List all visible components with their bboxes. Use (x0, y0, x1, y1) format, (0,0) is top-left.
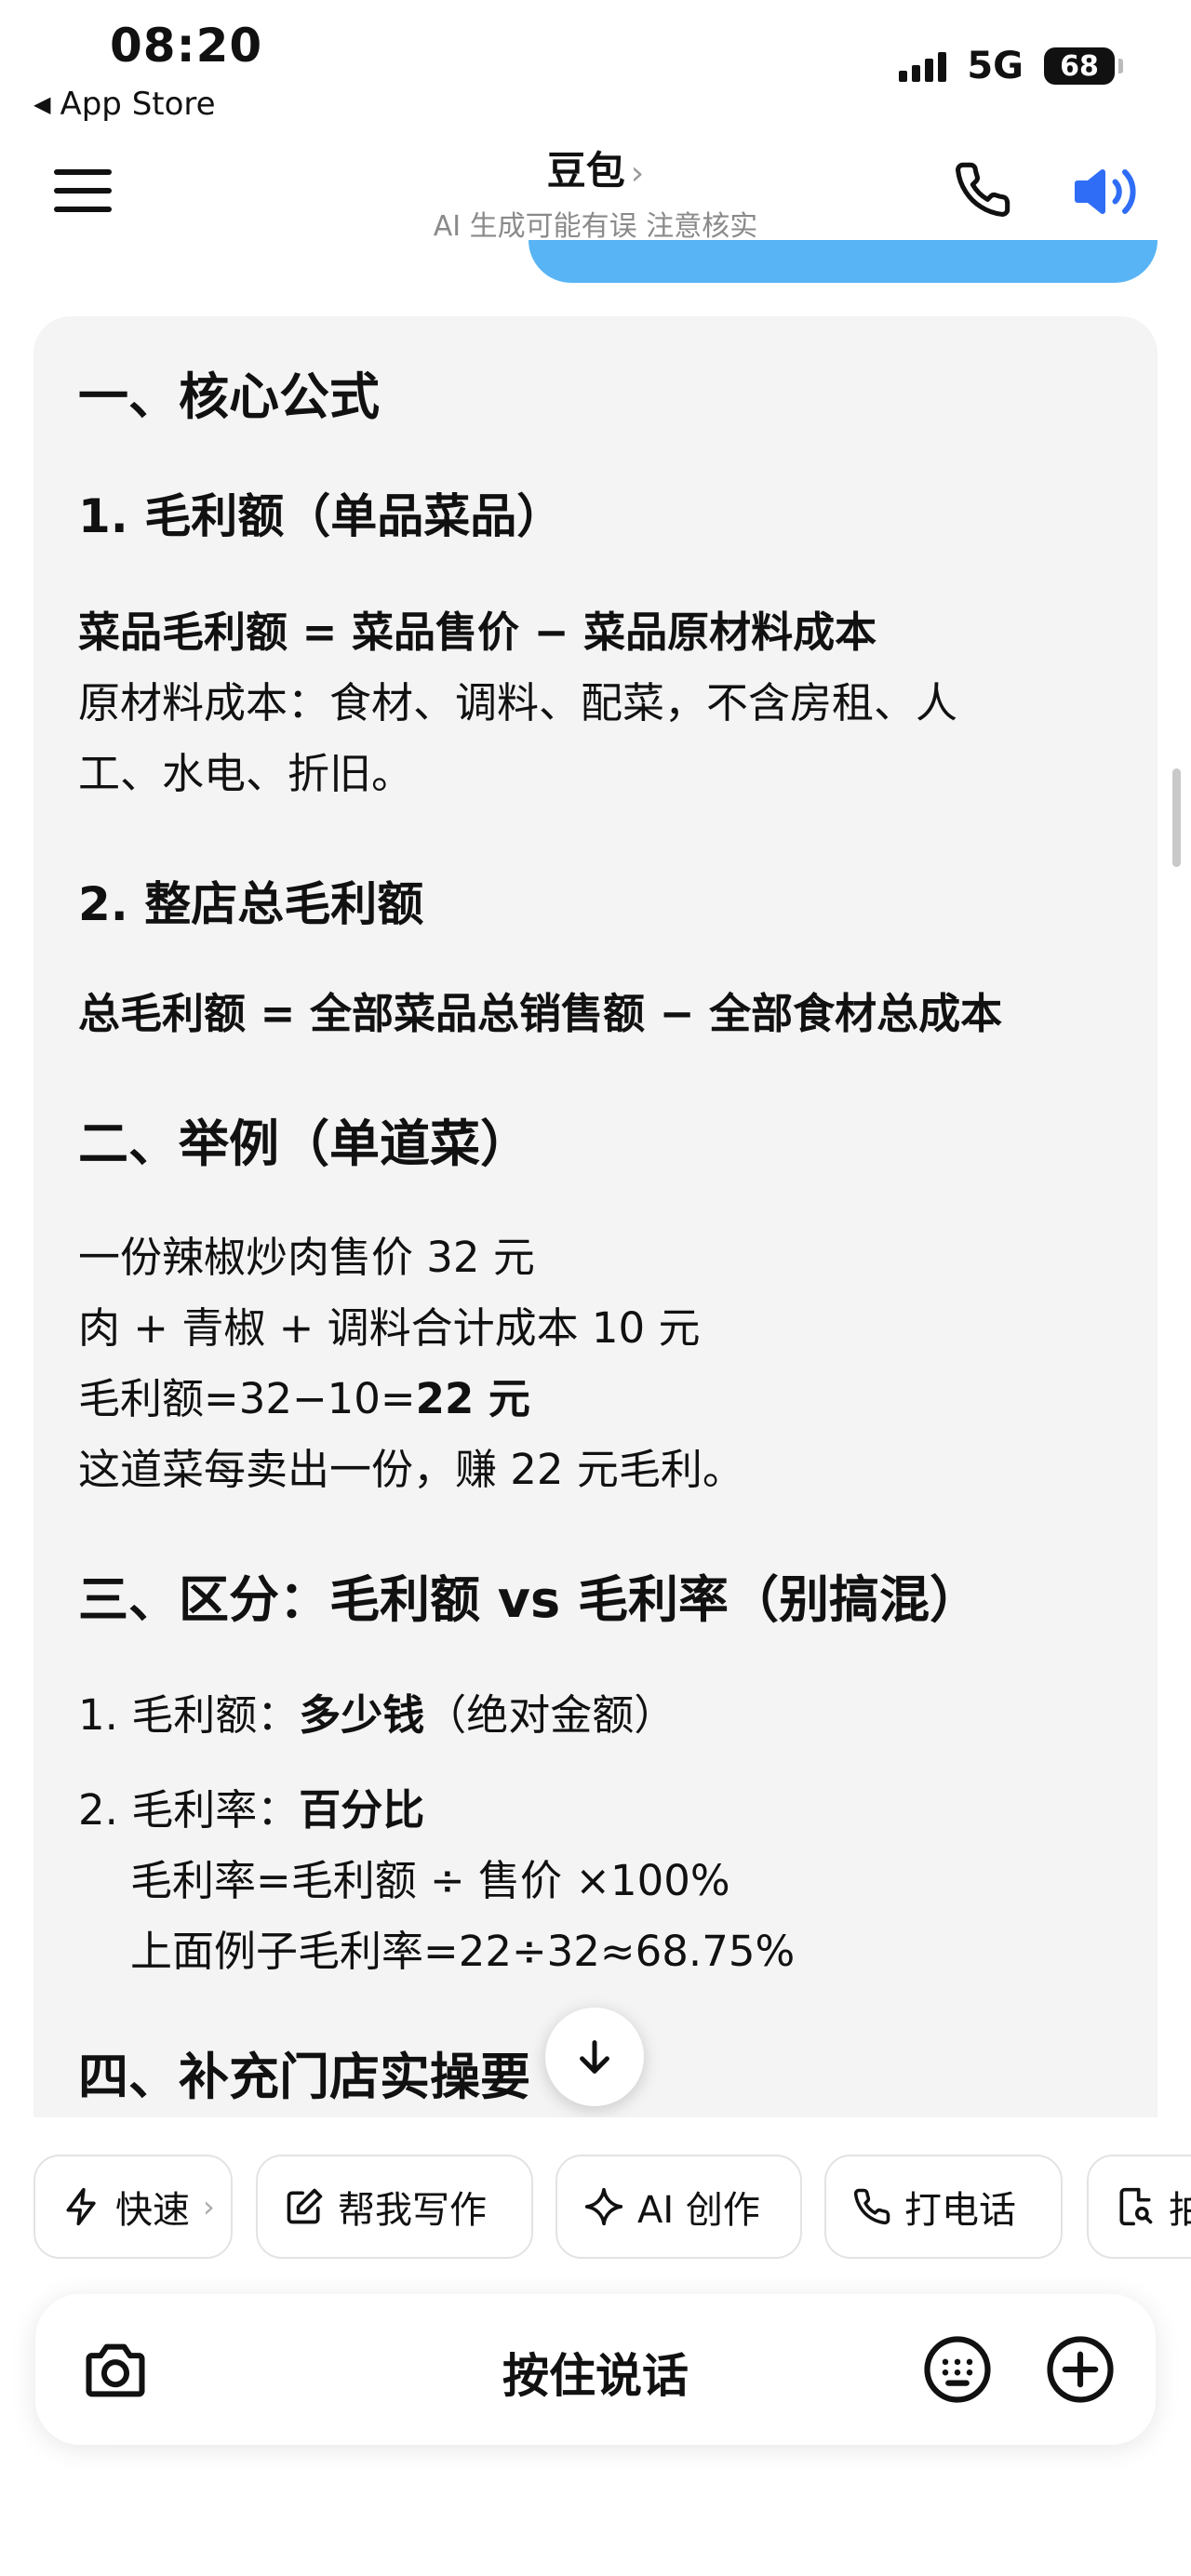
cellular-signal-icon (899, 50, 947, 82)
chip-label: 拍 (1169, 2189, 1191, 2232)
speaker-volume-icon[interactable] (1072, 158, 1139, 229)
paragraph-text: 这道菜每卖出一份，赚 22 元毛利。 (78, 1445, 744, 1494)
chip-help-me-write[interactable]: 帮我写作 (256, 2155, 533, 2259)
chat-title[interactable]: 豆包 › (0, 140, 1191, 196)
battery-level: 68 (1060, 49, 1099, 83)
phone-icon (853, 2188, 890, 2225)
chip-make-call[interactable]: 打电话 (824, 2155, 1063, 2259)
chip-label: 快速 (115, 2189, 190, 2232)
chip-label: AI 创作 (637, 2189, 760, 2232)
subsection-heading: 1. 毛利额（单品菜品） (78, 489, 564, 543)
battery-icon: 68 (1044, 47, 1123, 85)
back-to-app-store[interactable]: ◀ App Store (33, 86, 216, 123)
arrow-down-icon (580, 2040, 609, 2074)
list-item: 1. 毛利额：多少钱（绝对金额） (78, 1690, 676, 1740)
chip-photo[interactable]: 拍 (1087, 2155, 1191, 2259)
section-heading: 四、补充门店实操要 (78, 2048, 530, 2106)
back-app-label: App Store (60, 86, 216, 123)
subsection-heading: 2. 整店总毛利额 (78, 877, 424, 931)
scroll-to-bottom-button[interactable] (545, 2008, 644, 2106)
document-search-icon (1119, 2187, 1153, 2226)
paragraph-text: 原材料成本：食材、调料、配菜，不含房租、人 (78, 678, 958, 727)
paragraph-text: 毛利额=32−10=22 元 (78, 1374, 530, 1423)
ai-message-card: 一、核心公式 1. 毛利额（单品菜品） 菜品毛利额 = 菜品售价 − 菜品原材料… (33, 316, 1158, 2121)
section-heading: 一、核心公式 (78, 367, 380, 426)
phone-call-icon[interactable] (953, 160, 1012, 223)
status-indicators: 5G 68 (899, 45, 1123, 87)
paragraph-text: 工、水电、折旧。 (78, 749, 414, 798)
lightning-icon (66, 2187, 96, 2226)
quick-actions-bar: 快速 › 帮我写作 AI 创作 打电话 拍 (0, 2117, 1191, 2276)
list-item: 2. 毛利率：百分比 (78, 1785, 425, 1835)
chip-quick-mode[interactable]: 快速 › (33, 2155, 233, 2259)
back-triangle-icon: ◀ (33, 91, 51, 117)
section-heading: 二、举例（单道菜） (78, 1114, 530, 1173)
chevron-right-icon: › (203, 2189, 215, 2224)
plus-circle-icon[interactable] (1044, 2333, 1117, 2409)
ai-disclaimer: AI 生成可能有误 注意核实 (433, 210, 758, 243)
paragraph-text: 毛利率=毛利额 ÷ 售价 ×100% (130, 1856, 730, 1905)
status-time: 08:20 (110, 19, 263, 73)
section-heading: 三、区分：毛利额 vs 毛利率（别搞混） (78, 1570, 980, 1629)
title-chevron-icon: › (630, 154, 645, 193)
paragraph-text: 一份辣椒炒肉售价 32 元 (78, 1233, 535, 1282)
paragraph-text: 上面例子毛利率=22÷32≈68.75% (130, 1927, 796, 1976)
formula-text: 总毛利额 = 全部菜品总销售额 − 全部食材总成本 (78, 989, 1003, 1038)
formula-text: 菜品毛利额 = 菜品售价 − 菜品原材料成本 (78, 607, 877, 657)
sparkle-icon (584, 2187, 623, 2226)
chip-ai-create[interactable]: AI 创作 (555, 2155, 802, 2259)
keyboard-icon[interactable] (921, 2333, 994, 2409)
bot-name: 豆包 (546, 148, 625, 194)
network-type: 5G (967, 45, 1024, 87)
paragraph-text: 肉 + 青椒 + 调料合计成本 10 元 (78, 1303, 701, 1353)
input-bar: 按住说话 (35, 2294, 1156, 2445)
previous-user-message-bubble (529, 240, 1158, 283)
edit-icon (287, 2188, 323, 2224)
scrollbar-thumb[interactable] (1172, 768, 1181, 867)
chip-label: 帮我写作 (338, 2189, 487, 2232)
chip-label: 打电话 (904, 2189, 1016, 2232)
